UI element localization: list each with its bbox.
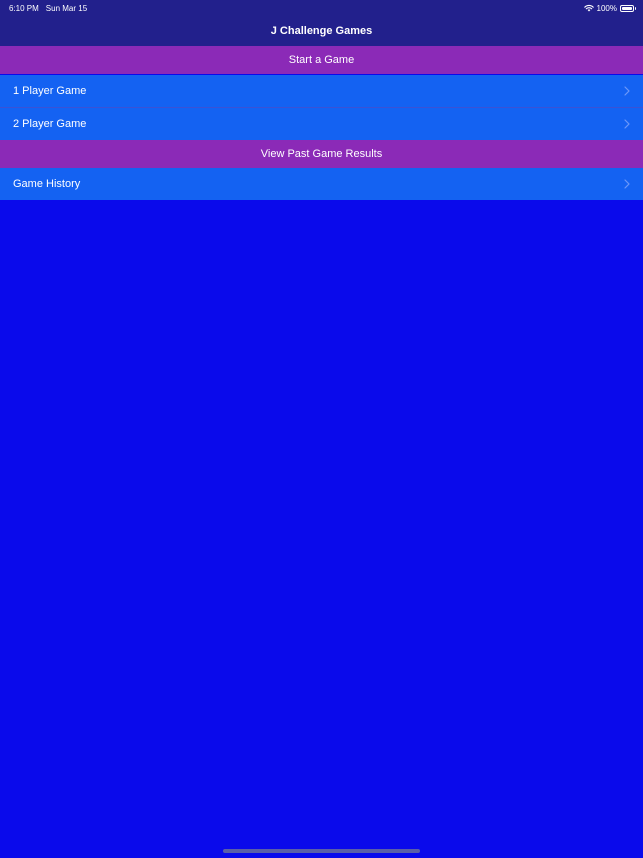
chevron-right-icon xyxy=(624,86,630,96)
status-date: Sun Mar 15 xyxy=(45,3,88,13)
battery-icon xyxy=(620,4,636,12)
row-label: Game History xyxy=(13,178,81,190)
row-label: 2 Player Game xyxy=(13,118,87,130)
chevron-right-icon xyxy=(624,119,630,129)
row-2-player-game[interactable]: 2 Player Game xyxy=(0,108,643,140)
row-1-player-game[interactable]: 1 Player Game xyxy=(0,75,643,107)
section-header-past-results: View Past Game Results xyxy=(0,140,643,168)
section-header-start-game: Start a Game xyxy=(0,46,643,74)
nav-title: J Challenge Games xyxy=(270,25,373,37)
chevron-right-icon xyxy=(624,179,630,189)
wifi-icon xyxy=(583,5,594,12)
status-right: 100% xyxy=(583,3,636,13)
status-time: 6:10 PM xyxy=(9,3,39,13)
navigation-bar: J Challenge Games xyxy=(0,16,643,46)
battery-percent: 100% xyxy=(596,3,617,13)
home-indicator[interactable] xyxy=(223,849,420,853)
status-bar: 6:10 PM Sun Mar 15 100% xyxy=(0,0,643,16)
status-left: 6:10 PM Sun Mar 15 xyxy=(9,4,87,13)
row-game-history[interactable]: Game History xyxy=(0,168,643,200)
row-label: 1 Player Game xyxy=(13,85,87,97)
